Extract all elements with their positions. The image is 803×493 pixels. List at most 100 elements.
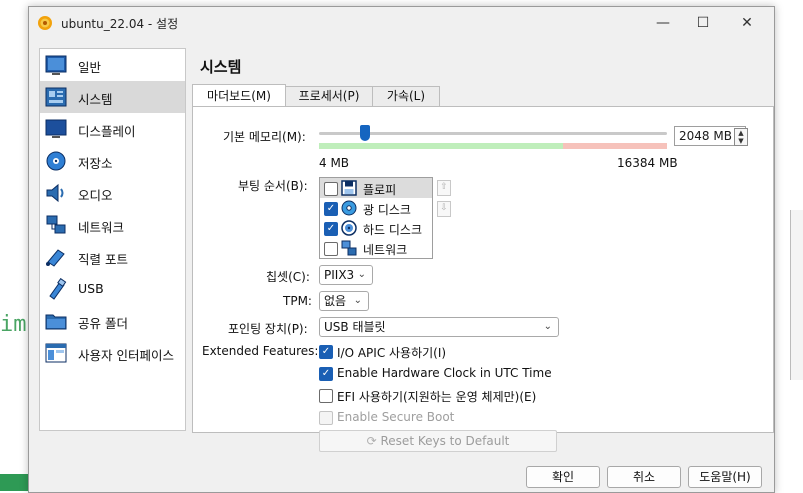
network-checkbox[interactable] (324, 242, 338, 256)
boot-order-label: 부팅 순서(B): (238, 179, 308, 193)
memory-unsafe-range (563, 143, 667, 149)
memory-slider-track[interactable] (319, 132, 667, 135)
title-bar[interactable]: ubuntu_22.04 - 설정 — ☐ ✕ (29, 7, 774, 38)
user-interface-icon (45, 343, 67, 363)
background-code-text: im (0, 312, 27, 337)
boot-item-optical[interactable]: ✓ 광 디스크 (320, 198, 432, 218)
sidebar-item-label: 디스플레이 (78, 124, 136, 139)
boot-item-label: 네트워크 (363, 243, 408, 257)
sidebar-item-label: 직렬 포트 (78, 252, 128, 267)
pointing-device-select[interactable]: USB 태블릿 ⌄ (319, 317, 559, 337)
floppy-checkbox[interactable] (324, 182, 338, 196)
network-icon (341, 240, 357, 256)
chevron-down-icon: ⌄ (353, 295, 362, 306)
tab-acceleration[interactable]: 가속(L) (372, 86, 440, 107)
background-green-bar (0, 474, 28, 491)
sidebar-item-system[interactable]: 시스템 (40, 81, 185, 113)
secure-boot-checkbox[interactable] (319, 411, 333, 425)
tpm-value: 없음 (324, 294, 347, 308)
virtualbox-gear-icon (38, 16, 52, 30)
motherboard-icon (45, 87, 67, 107)
efi-label[interactable]: EFI 사용하기(지원하는 운영 체제만)(E) (337, 388, 536, 405)
tpm-select[interactable]: 없음 ⌄ (319, 291, 369, 311)
audio-icon (46, 183, 64, 203)
page-title: 시스템 (200, 58, 242, 76)
sidebar-item-general[interactable]: 일반 (40, 49, 185, 81)
reset-keys-button[interactable]: ⟳ Reset Keys to Default (319, 430, 557, 452)
settings-dialog: ubuntu_22.04 - 설정 — ☐ ✕ 일반 시스템 디스플레이 저장소… (28, 6, 775, 493)
extended-features-label: Extended Features: (202, 344, 319, 358)
boot-item-label: 플로피 (363, 183, 397, 197)
efi-checkbox[interactable] (319, 389, 333, 403)
tab-motherboard[interactable]: 마더보드(M) (192, 84, 286, 107)
chevron-down-icon: ⌄ (357, 269, 366, 280)
sidebar-item-usb[interactable]: USB (40, 273, 185, 305)
ok-button[interactable]: 확인 (526, 466, 600, 488)
help-button[interactable]: 도움말(H) (688, 466, 762, 488)
settings-sidebar: 일반 시스템 디스플레이 저장소 오디오 네트워크 직렬 포트 USB 공유 폴… (39, 48, 186, 431)
memory-label: 기본 메모리(M): (223, 130, 306, 144)
boot-item-floppy[interactable]: 플로피 (320, 178, 432, 198)
sidebar-item-audio[interactable]: 오디오 (40, 177, 185, 209)
sidebar-item-serial-port[interactable]: 직렬 포트 (40, 241, 185, 273)
motherboard-panel: 기본 메모리(M): 4 MB 16384 MB 2048 MB ▲ ▼ 부팅 순… (192, 106, 774, 452)
optical-disc-icon (341, 200, 357, 216)
minimize-button[interactable]: — (646, 11, 680, 35)
sidebar-item-label: 시스템 (78, 92, 113, 107)
maximize-button[interactable]: ☐ (686, 11, 720, 35)
usb-icon (49, 278, 67, 300)
boot-item-hard-disk[interactable]: ✓ 하드 디스크 (320, 218, 432, 238)
chipset-value: PIIX3 (324, 268, 355, 282)
sidebar-item-label: 공유 폴더 (78, 316, 128, 331)
tab-processor[interactable]: 프로세서(P) (285, 86, 373, 107)
utc-clock-label[interactable]: Enable Hardware Clock in UTC Time (337, 366, 552, 380)
sidebar-item-storage[interactable]: 저장소 (40, 145, 185, 177)
shared-folder-icon (45, 314, 67, 330)
sidebar-item-user-interface[interactable]: 사용자 인터페이스 (40, 337, 185, 369)
cancel-button[interactable]: 취소 (607, 466, 681, 488)
io-apic-label[interactable]: I/O APIC 사용하기(I) (337, 344, 446, 361)
floppy-icon (341, 180, 357, 196)
sidebar-item-network[interactable]: 네트워크 (40, 209, 185, 241)
refresh-icon: ⟳ (366, 434, 377, 448)
sidebar-item-label: 일반 (78, 60, 102, 75)
sidebar-item-display[interactable]: 디스플레이 (40, 113, 185, 145)
utc-clock-checkbox[interactable]: ✓ (319, 367, 333, 381)
memory-min-label: 4 MB (319, 156, 350, 170)
memory-spinner[interactable]: ▲ ▼ (734, 128, 748, 146)
sidebar-item-label: 오디오 (78, 188, 113, 203)
boot-item-label: 하드 디스크 (363, 223, 423, 237)
general-icon (45, 55, 67, 75)
storage-icon (46, 151, 66, 171)
sidebar-item-label: 사용자 인터페이스 (78, 348, 174, 363)
settings-content: 시스템 마더보드(M) 프로세서(P) 가속(L) 기본 메모리(M): 4 M… (192, 48, 774, 452)
boot-order-list[interactable]: 플로피 ✓ 광 디스크 ✓ 하드 디스크 네트워크 (319, 177, 433, 259)
chevron-down-icon: ⌄ (543, 321, 552, 332)
sidebar-item-shared-folder[interactable]: 공유 폴더 (40, 305, 185, 337)
boot-item-network[interactable]: 네트워크 (320, 238, 432, 258)
optical-checkbox[interactable]: ✓ (324, 202, 338, 216)
window-title: ubuntu_22.04 - 설정 (61, 17, 179, 31)
tpm-label: TPM: (283, 294, 312, 308)
background-left-strip (0, 0, 28, 491)
hard-disk-icon (341, 220, 357, 236)
memory-slider-thumb[interactable] (360, 125, 370, 141)
close-button[interactable]: ✕ (730, 11, 764, 35)
move-up-button[interactable]: ⇧ (437, 180, 451, 196)
sidebar-item-label: 네트워크 (78, 220, 125, 235)
chipset-label: 칩셋(C): (266, 270, 310, 284)
pointing-device-value: USB 태블릿 (324, 320, 386, 334)
sidebar-item-label: 저장소 (78, 156, 113, 171)
move-down-button[interactable]: ⇩ (437, 201, 451, 217)
reset-keys-label: Reset Keys to Default (380, 434, 510, 448)
display-icon (45, 119, 67, 138)
io-apic-checkbox[interactable]: ✓ (319, 345, 333, 359)
chipset-select[interactable]: PIIX3 ⌄ (319, 265, 373, 285)
serial-port-icon (46, 249, 65, 267)
pointing-device-label: 포인팅 장치(P): (228, 322, 308, 336)
hard-disk-checkbox[interactable]: ✓ (324, 222, 338, 236)
boot-item-label: 광 디스크 (363, 203, 411, 217)
sidebar-item-label: USB (78, 281, 104, 296)
memory-max-label: 16384 MB (617, 156, 678, 170)
secure-boot-label[interactable]: Enable Secure Boot (337, 410, 454, 424)
